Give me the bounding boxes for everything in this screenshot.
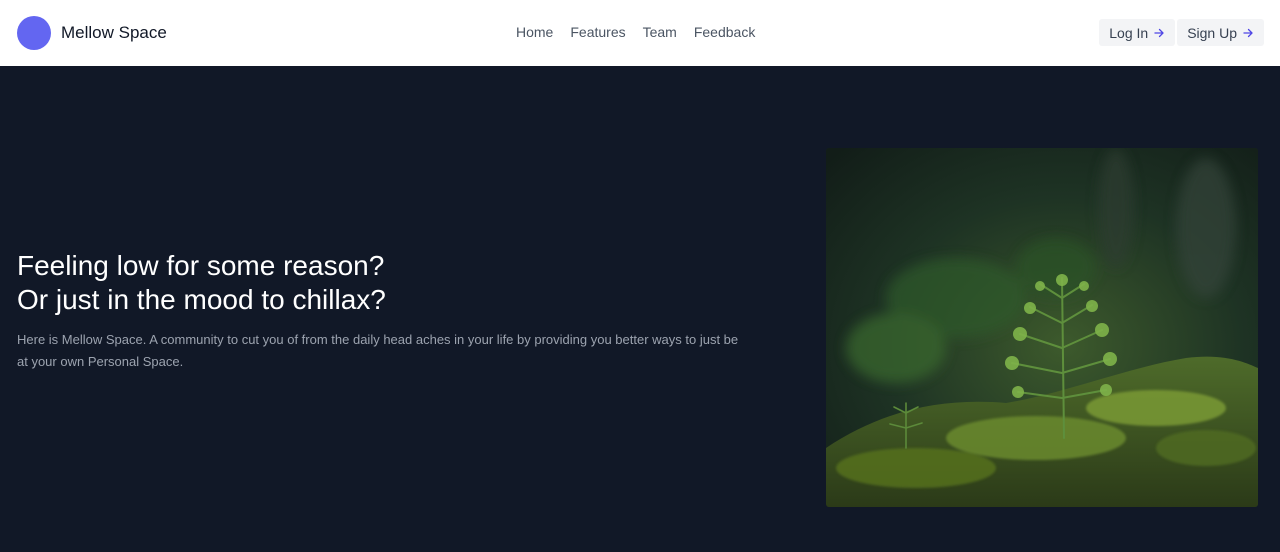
login-label: Log In — [1109, 24, 1149, 41]
hero-description: Here is Mellow Space. A community to cut… — [17, 332, 739, 369]
hero-title: Feeling low for some reason? Or just in … — [17, 249, 777, 317]
hero-image — [826, 148, 1258, 507]
brand-name: Mellow Space — [61, 23, 167, 42]
main-nav: Home Features Team Feedback — [516, 24, 755, 40]
arrow-right-icon — [1243, 28, 1253, 37]
login-button[interactable]: Log In — [1099, 19, 1176, 46]
site-header: Mellow Space Home Features Team Feedback… — [0, 0, 1280, 66]
signup-label: Sign Up — [1187, 24, 1237, 41]
nav-features[interactable]: Features — [570, 24, 625, 40]
nav-feedback[interactable]: Feedback — [694, 24, 755, 40]
auth-actions: Log In Sign Up — [1099, 19, 1264, 46]
seedling-illustration — [826, 148, 1258, 507]
hero-section: Feeling low for some reason? Or just in … — [0, 66, 1280, 552]
arrow-right-icon — [1154, 28, 1164, 37]
hero-title-line-2: Or just in the mood to chillax? — [17, 284, 386, 315]
nav-team[interactable]: Team — [643, 24, 677, 40]
nav-home[interactable]: Home — [516, 24, 553, 40]
signup-button[interactable]: Sign Up — [1177, 19, 1264, 46]
logo-circle-icon — [17, 16, 51, 50]
logo-link[interactable]: Mellow Space — [17, 16, 167, 50]
hero-title-line-1: Feeling low for some reason? — [17, 250, 385, 281]
